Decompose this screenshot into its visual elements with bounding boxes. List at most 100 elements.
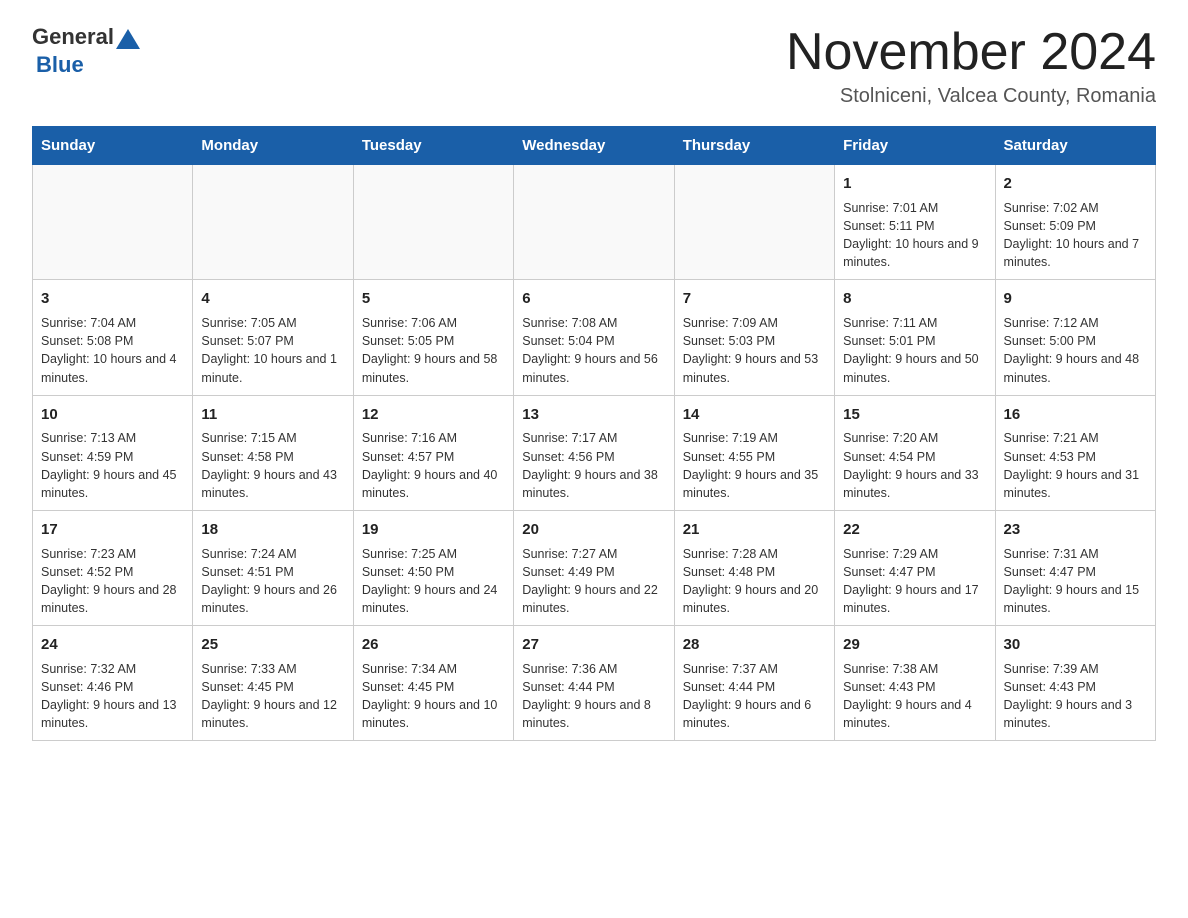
day-number: 28: [683, 634, 826, 656]
calendar-week-row: 24Sunrise: 7:32 AMSunset: 4:46 PMDayligh…: [33, 626, 1156, 741]
day-number: 23: [1004, 519, 1147, 541]
day-number: 9: [1004, 288, 1147, 310]
calendar-day-header: Thursday: [674, 127, 834, 165]
logo-blue-text: Blue: [36, 52, 84, 77]
calendar-day-cell: 2Sunrise: 7:02 AMSunset: 5:09 PMDaylight…: [995, 165, 1155, 280]
calendar-week-row: 10 Sunrise: 7:13 AMSunset: 4:59 PMDayligh…: [33, 395, 1156, 510]
calendar-day-header: Monday: [193, 127, 353, 165]
logo-triangle-icon: [116, 29, 140, 49]
day-number: 7: [683, 288, 826, 310]
day-info: Sunrise: 7:09 AMSunset: 5:03 PMDaylight:…: [683, 314, 826, 387]
calendar-day-cell: 21 Sunrise: 7:28 AMSunset: 4:48 PMDayligh…: [674, 510, 834, 625]
calendar-day-header: Wednesday: [514, 127, 674, 165]
day-info: Sunrise: 7:38 AMSunset: 4:43 PMDaylight:…: [843, 660, 986, 733]
calendar-day-cell: 29 Sunrise: 7:38 AMSunset: 4:43 PMDayligh…: [835, 626, 995, 741]
day-info: Sunrise: 7:19 AMSunset: 4:55 PMDaylight:…: [683, 429, 826, 502]
day-info: Sunrise: 7:39 AMSunset: 4:43 PMDaylight:…: [1004, 660, 1147, 733]
day-info: Sunrise: 7:32 AMSunset: 4:46 PMDaylight:…: [41, 660, 184, 733]
day-number: 1: [843, 173, 986, 195]
title-area: November 2024 Stolniceni, Valcea County,…: [786, 24, 1156, 108]
logo-general-text: General: [32, 24, 114, 50]
day-info: Sunrise: 7:27 AMSunset: 4:49 PMDaylight:…: [522, 545, 665, 618]
day-info: Sunrise: 7:23 AMSunset: 4:52 PMDaylight:…: [41, 545, 184, 618]
calendar-day-cell: 28 Sunrise: 7:37 AMSunset: 4:44 PMDayligh…: [674, 626, 834, 741]
calendar-day-cell: 11Sunrise: 7:15 AMSunset: 4:58 PMDayligh…: [193, 395, 353, 510]
day-number: 21: [683, 519, 826, 541]
day-info: Sunrise: 7:06 AMSunset: 5:05 PMDaylight:…: [362, 314, 505, 387]
calendar-header-row: SundayMondayTuesdayWednesdayThursdayFrid…: [33, 127, 1156, 165]
day-number: 27: [522, 634, 665, 656]
day-number: 22: [843, 519, 986, 541]
page-subtitle: Stolniceni, Valcea County, Romania: [786, 85, 1156, 108]
calendar-day-cell: 18 Sunrise: 7:24 AMSunset: 4:51 PMDayligh…: [193, 510, 353, 625]
calendar-day-header: Tuesday: [353, 127, 513, 165]
calendar-day-cell: [33, 165, 193, 280]
calendar-day-cell: [674, 165, 834, 280]
day-number: 10: [41, 404, 184, 426]
day-number: 2: [1004, 173, 1147, 195]
calendar-day-cell: [193, 165, 353, 280]
calendar-day-header: Friday: [835, 127, 995, 165]
calendar-day-cell: [353, 165, 513, 280]
day-info: Sunrise: 7:34 AMSunset: 4:45 PMDaylight:…: [362, 660, 505, 733]
day-number: 16: [1004, 404, 1147, 426]
calendar-table: SundayMondayTuesdayWednesdayThursdayFrid…: [32, 126, 1156, 741]
day-number: 26: [362, 634, 505, 656]
calendar-day-header: Sunday: [33, 127, 193, 165]
day-number: 17: [41, 519, 184, 541]
calendar-day-cell: 1 Sunrise: 7:01 AMSunset: 5:11 PMDaylight…: [835, 165, 995, 280]
calendar-day-cell: 22 Sunrise: 7:29 AMSunset: 4:47 PMDayligh…: [835, 510, 995, 625]
calendar-week-row: 17 Sunrise: 7:23 AMSunset: 4:52 PMDayligh…: [33, 510, 1156, 625]
calendar-day-cell: 20 Sunrise: 7:27 AMSunset: 4:49 PMDayligh…: [514, 510, 674, 625]
day-number: 30: [1004, 634, 1147, 656]
calendar-day-cell: [514, 165, 674, 280]
day-info: Sunrise: 7:05 AMSunset: 5:07 PMDaylight:…: [201, 314, 344, 387]
day-number: 5: [362, 288, 505, 310]
day-info: Sunrise: 7:21 AMSunset: 4:53 PMDaylight:…: [1004, 429, 1147, 502]
day-info: Sunrise: 7:01 AMSunset: 5:11 PMDaylight:…: [843, 199, 986, 272]
day-info: Sunrise: 7:13 AMSunset: 4:59 PMDaylight:…: [41, 429, 184, 502]
calendar-day-header: Saturday: [995, 127, 1155, 165]
calendar-day-cell: 26 Sunrise: 7:34 AMSunset: 4:45 PMDayligh…: [353, 626, 513, 741]
day-number: 25: [201, 634, 344, 656]
calendar-day-cell: 24Sunrise: 7:32 AMSunset: 4:46 PMDayligh…: [33, 626, 193, 741]
calendar-day-cell: 12 Sunrise: 7:16 AMSunset: 4:57 PMDayligh…: [353, 395, 513, 510]
calendar-day-cell: 16 Sunrise: 7:21 AMSunset: 4:53 PMDayligh…: [995, 395, 1155, 510]
calendar-day-cell: 8 Sunrise: 7:11 AMSunset: 5:01 PMDaylight…: [835, 280, 995, 395]
day-number: 18: [201, 519, 344, 541]
calendar-day-cell: 9 Sunrise: 7:12 AMSunset: 5:00 PMDaylight…: [995, 280, 1155, 395]
day-number: 14: [683, 404, 826, 426]
day-number: 20: [522, 519, 665, 541]
day-info: Sunrise: 7:28 AMSunset: 4:48 PMDaylight:…: [683, 545, 826, 618]
day-info: Sunrise: 7:04 AMSunset: 5:08 PMDaylight:…: [41, 314, 184, 387]
calendar-week-row: 1 Sunrise: 7:01 AMSunset: 5:11 PMDaylight…: [33, 165, 1156, 280]
day-info: Sunrise: 7:11 AMSunset: 5:01 PMDaylight:…: [843, 314, 986, 387]
day-info: Sunrise: 7:37 AMSunset: 4:44 PMDaylight:…: [683, 660, 826, 733]
calendar-day-cell: 7 Sunrise: 7:09 AMSunset: 5:03 PMDaylight…: [674, 280, 834, 395]
day-info: Sunrise: 7:16 AMSunset: 4:57 PMDaylight:…: [362, 429, 505, 502]
day-info: Sunrise: 7:17 AMSunset: 4:56 PMDaylight:…: [522, 429, 665, 502]
calendar-week-row: 3Sunrise: 7:04 AMSunset: 5:08 PMDaylight…: [33, 280, 1156, 395]
day-number: 8: [843, 288, 986, 310]
calendar-day-cell: 10 Sunrise: 7:13 AMSunset: 4:59 PMDayligh…: [33, 395, 193, 510]
day-info: Sunrise: 7:12 AMSunset: 5:00 PMDaylight:…: [1004, 314, 1147, 387]
calendar-day-cell: 23 Sunrise: 7:31 AMSunset: 4:47 PMDayligh…: [995, 510, 1155, 625]
calendar-day-cell: 6Sunrise: 7:08 AMSunset: 5:04 PMDaylight…: [514, 280, 674, 395]
day-number: 12: [362, 404, 505, 426]
calendar-day-cell: 19Sunrise: 7:25 AMSunset: 4:50 PMDayligh…: [353, 510, 513, 625]
day-info: Sunrise: 7:29 AMSunset: 4:47 PMDaylight:…: [843, 545, 986, 618]
header: General Blue November 2024 Stolniceni, V…: [32, 24, 1156, 108]
calendar-day-cell: 15Sunrise: 7:20 AMSunset: 4:54 PMDayligh…: [835, 395, 995, 510]
day-info: Sunrise: 7:25 AMSunset: 4:50 PMDaylight:…: [362, 545, 505, 618]
day-info: Sunrise: 7:20 AMSunset: 4:54 PMDaylight:…: [843, 429, 986, 502]
logo: General: [32, 24, 142, 50]
calendar-day-cell: 17 Sunrise: 7:23 AMSunset: 4:52 PMDayligh…: [33, 510, 193, 625]
calendar-day-cell: 3Sunrise: 7:04 AMSunset: 5:08 PMDaylight…: [33, 280, 193, 395]
calendar-day-cell: 14 Sunrise: 7:19 AMSunset: 4:55 PMDayligh…: [674, 395, 834, 510]
calendar-day-cell: 25Sunrise: 7:33 AMSunset: 4:45 PMDayligh…: [193, 626, 353, 741]
day-info: Sunrise: 7:36 AMSunset: 4:44 PMDaylight:…: [522, 660, 665, 733]
day-info: Sunrise: 7:31 AMSunset: 4:47 PMDaylight:…: [1004, 545, 1147, 618]
page-title: November 2024: [786, 24, 1156, 81]
day-number: 29: [843, 634, 986, 656]
day-info: Sunrise: 7:24 AMSunset: 4:51 PMDaylight:…: [201, 545, 344, 618]
